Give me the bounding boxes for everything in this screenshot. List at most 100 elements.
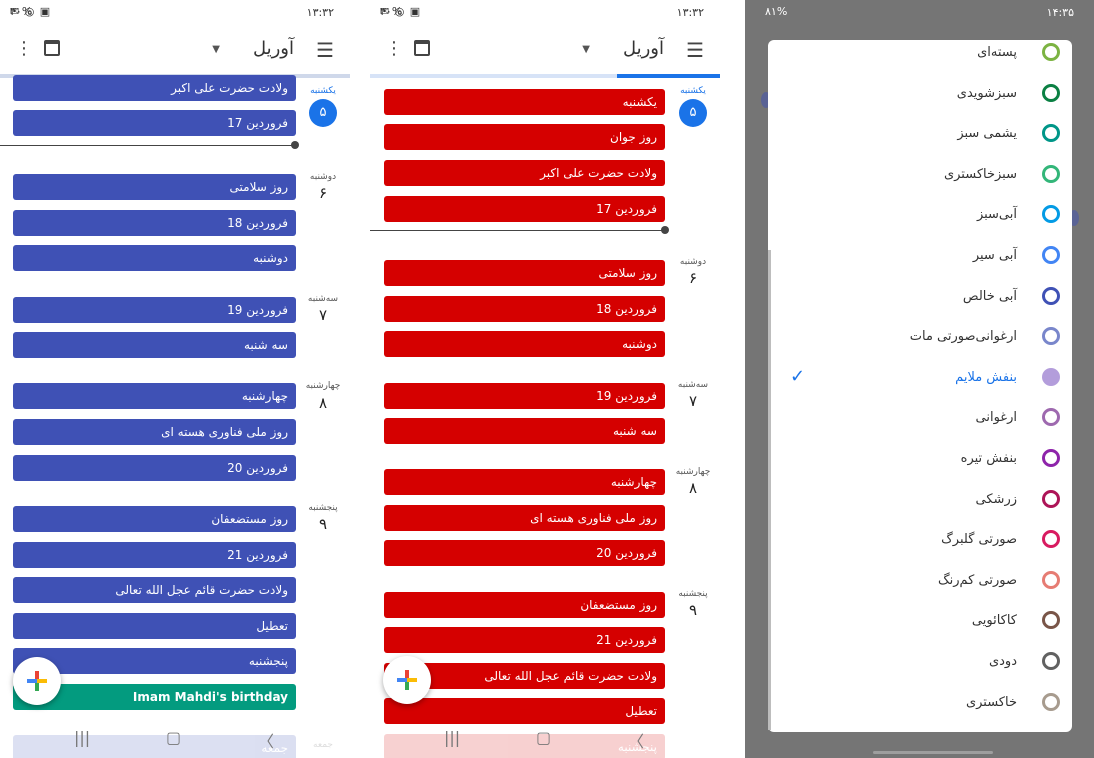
event-chip[interactable]: ولادت حضرت علی اکبر	[384, 160, 665, 186]
color-option-label: آبی‌سبز	[976, 207, 1017, 223]
event-chip[interactable]: 19 فروردین	[13, 297, 296, 323]
event-chip[interactable]: تعطیل	[384, 698, 665, 724]
event-chip[interactable]: سه شنبه	[13, 332, 296, 358]
color-option[interactable]: کاکائویی	[768, 601, 1072, 641]
plus-icon	[27, 671, 47, 691]
event-chip[interactable]: دوشنبه	[13, 245, 296, 271]
create-event-button[interactable]	[13, 657, 61, 705]
event-chip[interactable]: 20 فروردین	[384, 540, 665, 566]
day-number[interactable]: ۸	[305, 394, 341, 412]
color-option[interactable]: آبی‌سبز	[768, 195, 1072, 235]
calendar-icon[interactable]	[414, 40, 430, 56]
event-chip[interactable]: سه شنبه	[384, 418, 665, 444]
color-option[interactable]: زرشکی	[768, 480, 1072, 520]
status-time: ۱۴:۳۵	[1046, 6, 1074, 19]
day-number[interactable]: ۹	[675, 601, 711, 619]
color-option[interactable]: صورتی گلبرگ	[768, 520, 1072, 560]
calendar-screen-blue: ✉ ◎ ▣ ۱۳:۳۲ ۳۰% ☰ آوریل ▼ ⋮ یکشنبه ۵ دوش…	[0, 0, 350, 758]
event-chip[interactable]: دوشنبه	[384, 331, 665, 357]
color-option[interactable]: آبی خالص	[768, 277, 1072, 317]
system-nav-bar: ||| ▢ 〈	[370, 722, 720, 758]
color-option[interactable]: ارغوانی‌صورتی مات	[768, 317, 1072, 357]
color-option-label: سبزخاکستری	[943, 166, 1017, 182]
day-number[interactable]: ۸	[675, 479, 711, 497]
back-icon[interactable]: 〈	[258, 728, 274, 752]
color-option-label: یشمی سبز	[957, 126, 1017, 142]
event-chip[interactable]: 18 فروردین	[384, 296, 665, 322]
color-option-label: صورتی گلبرگ	[941, 532, 1017, 548]
color-swatch-icon	[1042, 652, 1060, 670]
color-option[interactable]: سبزشویدی	[768, 74, 1072, 114]
color-option-label: زرشکی	[975, 491, 1017, 507]
color-option[interactable]: سبزخاکستری	[768, 155, 1072, 195]
hamburger-icon[interactable]: ☰	[686, 38, 704, 62]
event-chip[interactable]: 21 فروردین	[384, 627, 665, 653]
month-title[interactable]: آوریل	[623, 38, 664, 59]
event-chip[interactable]: 19 فروردین	[384, 383, 665, 409]
event-chip[interactable]: روز ملی فناوری هسته ای	[384, 505, 665, 531]
color-option[interactable]: صورتی کم‌رنگ	[768, 561, 1072, 601]
chevron-down-icon[interactable]: ▼	[582, 44, 590, 55]
more-vert-icon[interactable]: ⋮	[15, 38, 33, 59]
scrollbar[interactable]	[768, 250, 771, 730]
color-option[interactable]: بنفش تیره	[768, 439, 1072, 479]
event-chip[interactable]: چهارشنبه	[384, 469, 665, 495]
home-icon[interactable]: ▢	[536, 728, 551, 747]
more-vert-icon[interactable]: ⋮	[385, 38, 403, 59]
color-option-label: صورتی کم‌رنگ	[938, 572, 1017, 588]
day-number[interactable]: ۹	[305, 515, 341, 533]
app-bar: ☰ آوریل ▼ ⋮	[370, 30, 720, 72]
calendar-icon[interactable]	[44, 40, 60, 56]
create-event-button[interactable]	[383, 656, 431, 704]
color-option[interactable]: دودی	[768, 642, 1072, 682]
month-title[interactable]: آوریل	[253, 38, 294, 59]
color-swatch-icon	[1042, 449, 1060, 467]
event-chip[interactable]: 17 فروردین	[13, 110, 296, 136]
recents-icon[interactable]: |||	[74, 728, 90, 747]
color-option[interactable]: پسته‌ای	[768, 40, 1072, 73]
event-chip[interactable]: 21 فروردین	[13, 542, 296, 568]
event-chip[interactable]: تعطیل	[13, 613, 296, 639]
event-chip[interactable]: روز جوان	[384, 124, 665, 150]
color-option[interactable]: بنفش ملایم ✓	[768, 358, 1072, 398]
event-chip[interactable]: 20 فروردین	[13, 455, 296, 481]
day-number-today[interactable]: ۵	[309, 99, 337, 127]
event-chip[interactable]: روز سلامتی	[13, 174, 296, 200]
day-number[interactable]: ۶	[305, 184, 341, 202]
day-number[interactable]: ۶	[675, 269, 711, 287]
event-chip[interactable]: ولادت حضرت علی اکبر	[13, 75, 296, 101]
day-name: چهارشنبه	[305, 381, 341, 391]
event-chip[interactable]: یکشنبه	[384, 89, 665, 115]
event-chip[interactable]: ولادت حضرت قائم عجل الله تعالی	[13, 577, 296, 603]
event-chip[interactable]: روز سلامتی	[384, 260, 665, 286]
battery-level: ۳۰%	[10, 5, 33, 18]
chevron-down-icon[interactable]: ▼	[212, 44, 220, 55]
color-option[interactable]: ارغوانی	[768, 398, 1072, 438]
home-icon[interactable]: ▢	[166, 728, 181, 747]
recents-icon[interactable]: |||	[444, 728, 460, 747]
color-option-label: دودی	[988, 654, 1017, 669]
status-bar: ✉ ◎ ▣ ۱۳:۳۲ ۳۰%	[370, 0, 720, 26]
color-option-label: بنفش ملایم	[955, 369, 1017, 385]
status-bar: ۸۱% ۱۴:۳۵	[745, 0, 1094, 26]
hamburger-icon[interactable]: ☰	[316, 38, 334, 62]
back-icon[interactable]: 〈	[628, 728, 644, 752]
home-indicator[interactable]	[873, 751, 993, 754]
event-chip[interactable]: روز ملی فناوری هسته ای	[13, 419, 296, 445]
day-number[interactable]: ۷	[675, 392, 711, 410]
day-name: پنجشنبه	[308, 503, 338, 513]
color-option[interactable]: خاکستری	[768, 683, 1072, 723]
color-option-label: بنفش تیره	[960, 451, 1017, 466]
event-chip[interactable]: 17 فروردین	[384, 196, 665, 222]
event-chip[interactable]: روز مستضعفان	[384, 592, 665, 618]
event-chip[interactable]: چهارشنبه	[13, 383, 296, 409]
calendar-screen-red: ✉ ◎ ▣ ۱۳:۳۲ ۳۰% ☰ آوریل ▼ ⋮ یکشنبه ۵ دوش…	[370, 0, 720, 758]
color-swatch-icon	[1042, 246, 1060, 264]
day-number-today[interactable]: ۵	[679, 99, 707, 127]
event-chip[interactable]: روز مستضعفان	[13, 506, 296, 532]
event-chip[interactable]: 18 فروردین	[13, 210, 296, 236]
day-number[interactable]: ۷	[305, 306, 341, 324]
color-option[interactable]: یشمی سبز	[768, 114, 1072, 154]
check-icon: ✓	[790, 365, 806, 387]
color-option[interactable]: آبی سیر	[768, 236, 1072, 276]
